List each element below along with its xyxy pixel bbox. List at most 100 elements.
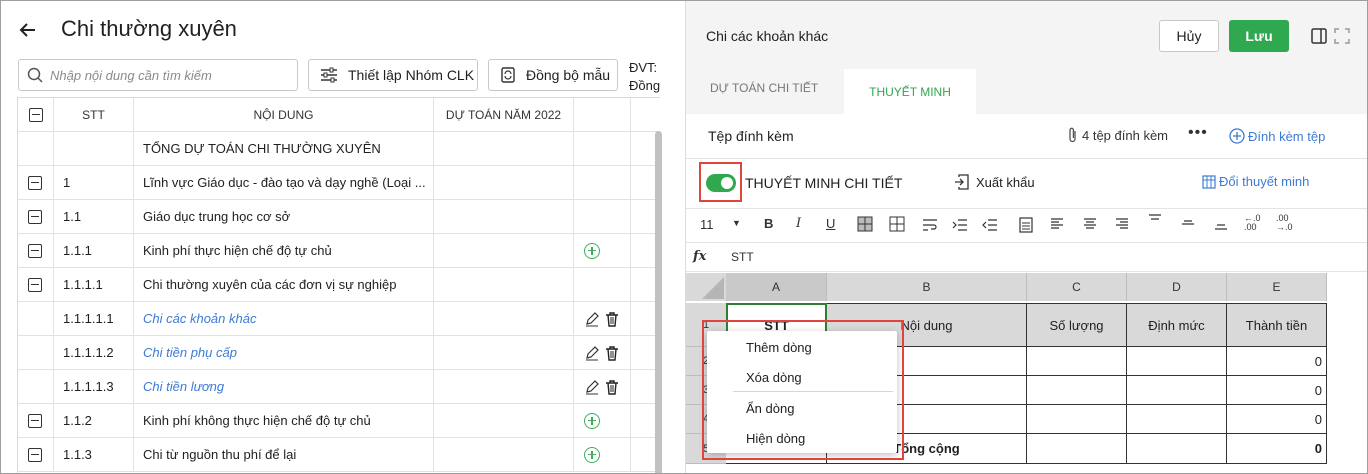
sheet-total-cell[interactable]: [1127, 434, 1227, 464]
row-toggle-cell[interactable]: [18, 234, 54, 267]
add-circle-icon[interactable]: [584, 412, 600, 429]
tab-explanation[interactable]: THUYẾT MINH: [844, 69, 976, 114]
expand-icon[interactable]: [1334, 28, 1350, 49]
row-content[interactable]: Chi các khoản khác: [134, 302, 434, 335]
row-toggle-cell[interactable]: [18, 200, 54, 233]
row-toggle-cell[interactable]: [18, 438, 54, 471]
align-center-icon[interactable]: [1083, 218, 1097, 230]
sheet-total-cell[interactable]: 0: [1227, 434, 1327, 464]
sheet-cell[interactable]: [1027, 405, 1127, 434]
row-budget[interactable]: [434, 132, 574, 165]
table-row[interactable]: 1.1.1.1.1 Chi các khoản khác: [18, 302, 660, 336]
collapse-icon[interactable]: [28, 243, 42, 258]
table-row[interactable]: 1.1.1 Kinh phí thực hiện chế độ tự chủ: [18, 234, 660, 268]
edit-icon[interactable]: [584, 379, 600, 395]
sheet-cell[interactable]: [1127, 405, 1227, 434]
vertical-scrollbar[interactable]: [655, 131, 662, 473]
attach-file-link[interactable]: Đính kèm tệp: [1229, 128, 1325, 144]
table-row[interactable]: 1.1.1.1.2 Chi tiền phụ cấp: [18, 336, 660, 370]
row-toggle-cell[interactable]: [18, 166, 54, 199]
row-budget[interactable]: [434, 438, 574, 471]
edit-icon[interactable]: [584, 345, 600, 361]
save-button[interactable]: Lưu: [1229, 20, 1289, 52]
tab-detail-estimate[interactable]: DỰ TOÁN CHI TIẾT: [710, 81, 818, 95]
row-toggle-cell[interactable]: [18, 302, 54, 335]
outdent-icon[interactable]: [982, 218, 998, 232]
italic-icon[interactable]: I: [796, 216, 801, 231]
select-all-cell[interactable]: [18, 98, 54, 131]
indent-icon[interactable]: [952, 218, 968, 232]
decrease-decimal-icon[interactable]: ←.0.00: [1244, 214, 1261, 232]
add-circle-icon[interactable]: [584, 242, 600, 259]
bold-icon[interactable]: B: [764, 216, 773, 231]
cancel-button[interactable]: Hủy: [1159, 20, 1219, 52]
row-budget[interactable]: [434, 200, 574, 233]
col-header-d[interactable]: D: [1127, 273, 1227, 301]
formula-input[interactable]: STT: [731, 250, 754, 264]
align-right-icon[interactable]: [1115, 218, 1129, 230]
font-size-select[interactable]: 11: [700, 217, 714, 232]
collapse-icon[interactable]: [28, 209, 42, 224]
sheet-cell[interactable]: [1027, 347, 1127, 376]
sheet-cell[interactable]: 0: [1227, 405, 1327, 434]
more-icon[interactable]: •••: [1188, 124, 1208, 142]
sheet-header-cell[interactable]: Thành tiền: [1227, 303, 1327, 347]
sheet-cell[interactable]: 0: [1227, 347, 1327, 376]
export-button[interactable]: Xuất khẩu: [954, 174, 1035, 190]
row-budget[interactable]: [434, 302, 574, 335]
row-budget[interactable]: [434, 234, 574, 267]
collapse-icon[interactable]: [28, 175, 42, 190]
collapse-icon[interactable]: [28, 413, 42, 428]
row-budget[interactable]: [434, 404, 574, 437]
valign-middle-icon[interactable]: [1181, 213, 1195, 231]
table-row[interactable]: TỔNG DỰ TOÁN CHI THƯỜNG XUYÊN: [18, 132, 660, 166]
sheet-cell[interactable]: [1127, 376, 1227, 405]
sheet-header-cell[interactable]: Số lượng: [1027, 303, 1127, 347]
wrap-text-icon[interactable]: [922, 218, 938, 232]
collapse-icon[interactable]: [28, 277, 42, 292]
collapse-all-icon[interactable]: [28, 107, 43, 122]
table-row[interactable]: 1.1.2 Kinh phí không thực hiện chế độ tự …: [18, 404, 660, 438]
align-left-icon[interactable]: [1050, 218, 1064, 230]
change-explanation-button[interactable]: Đổi thuyết minh: [1202, 174, 1309, 189]
sync-template-button[interactable]: Đồng bộ mẫu: [488, 59, 618, 91]
row-budget[interactable]: [434, 370, 574, 403]
merge-cells-icon[interactable]: [1019, 217, 1033, 233]
col-header-c[interactable]: C: [1027, 273, 1127, 301]
table-row[interactable]: 1.1 Giáo dục trung học cơ sở: [18, 200, 660, 234]
row-budget[interactable]: [434, 166, 574, 199]
row-toggle-cell[interactable]: [18, 268, 54, 301]
sheet-cell[interactable]: 0: [1227, 376, 1327, 405]
trash-icon[interactable]: [604, 379, 620, 395]
add-circle-icon[interactable]: [584, 446, 600, 463]
edit-icon[interactable]: [584, 311, 600, 327]
trash-icon[interactable]: [604, 311, 620, 327]
col-header-b[interactable]: B: [827, 273, 1027, 301]
sheet-header-cell[interactable]: Định mức: [1127, 303, 1227, 347]
table-row[interactable]: 1 Lĩnh vực Giáo dục - đào tạo và dạy nghề…: [18, 166, 660, 200]
increase-decimal-icon[interactable]: .00 →.0: [1276, 214, 1293, 232]
table-row[interactable]: 1.1.1.1 Chi thường xuyên của các đơn vị s…: [18, 268, 660, 302]
row-toggle-cell[interactable]: [18, 370, 54, 403]
row-toggle-cell[interactable]: [18, 336, 54, 369]
row-content[interactable]: Chi tiền phụ cấp: [134, 336, 434, 369]
row-budget[interactable]: [434, 268, 574, 301]
sheet-total-cell[interactable]: [1027, 434, 1127, 464]
split-view-icon[interactable]: [1311, 28, 1327, 49]
row-toggle-cell[interactable]: [18, 404, 54, 437]
chevron-down-icon[interactable]: ▼: [732, 218, 741, 228]
valign-top-icon[interactable]: [1148, 213, 1162, 231]
setup-group-button[interactable]: Thiết lập Nhóm CLK: [308, 59, 478, 91]
row-budget[interactable]: [434, 336, 574, 369]
search-input[interactable]: Nhập nội dung cần tìm kiếm: [18, 59, 298, 91]
table-row[interactable]: 1.1.3 Chi từ nguồn thu phí để lại: [18, 438, 660, 472]
col-header-a[interactable]: A: [726, 273, 827, 301]
col-header-e[interactable]: E: [1227, 273, 1327, 301]
sheet-cell[interactable]: [1127, 347, 1227, 376]
attachments-count[interactable]: 4 tệp đính kèm: [1082, 128, 1168, 143]
table-row[interactable]: 1.1.1.1.3 Chi tiền lương: [18, 370, 660, 404]
borders-icon[interactable]: [889, 216, 907, 234]
sheet-corner[interactable]: [686, 273, 726, 301]
sheet-cell[interactable]: [1027, 376, 1127, 405]
valign-bottom-icon[interactable]: [1214, 213, 1228, 231]
